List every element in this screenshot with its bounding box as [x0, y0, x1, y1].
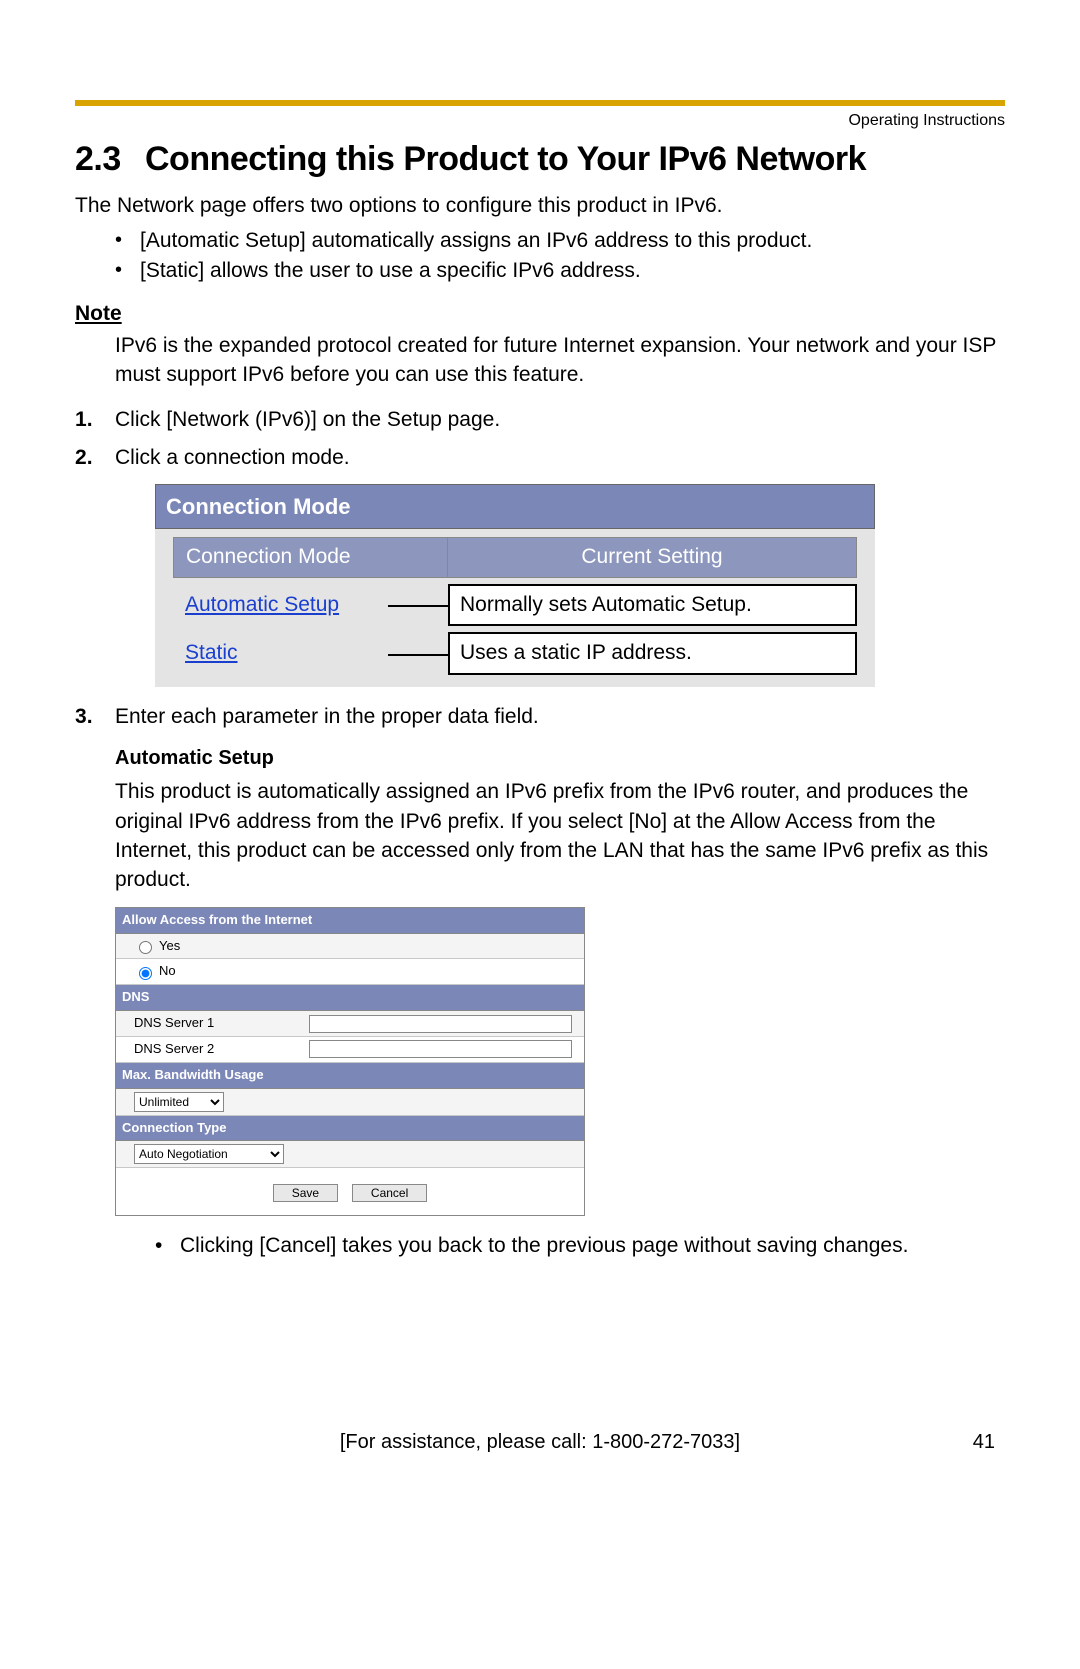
- header-label: Operating Instructions: [75, 112, 1005, 130]
- access-no-radio[interactable]: [139, 967, 152, 980]
- access-yes-radio[interactable]: [139, 941, 152, 954]
- cm-link-static[interactable]: Static: [173, 634, 388, 672]
- callout-line: [388, 654, 448, 656]
- dns-server2-label: DNS Server 2: [134, 1040, 309, 1059]
- conn-type-select[interactable]: Auto Negotiation: [134, 1144, 284, 1164]
- dns-server2-row: DNS Server 2: [116, 1037, 584, 1063]
- footer-page-number: 41: [935, 1431, 995, 1454]
- intro-bullet-list: [Automatic Setup] automatically assigns …: [75, 226, 1005, 287]
- dns-server2-input[interactable]: [309, 1040, 572, 1058]
- access-no-label: No: [159, 962, 176, 981]
- callout-line: [388, 605, 448, 607]
- top-rule: [75, 100, 1005, 106]
- bandwidth-row: Unlimited: [116, 1089, 584, 1116]
- step-3-text: Enter each parameter in the proper data …: [115, 705, 539, 728]
- step-2-text: Click a connection mode.: [115, 446, 350, 469]
- panel-section-conn-type: Connection Type: [116, 1116, 584, 1142]
- dns-server1-label: DNS Server 1: [134, 1014, 309, 1033]
- cm-header-left: Connection Mode: [173, 537, 448, 577]
- panel-section-bandwidth: Max. Bandwidth Usage: [116, 1063, 584, 1089]
- dns-server1-row: DNS Server 1: [116, 1011, 584, 1037]
- intro-paragraph: The Network page offers two options to c…: [75, 194, 1005, 218]
- step-2: Click a connection mode. Connection Mode…: [75, 443, 1005, 687]
- footer-assist: [For assistance, please call: 1-800-272-…: [145, 1431, 935, 1454]
- auto-setup-paragraph: This product is automatically assigned a…: [115, 777, 1005, 895]
- auto-setup-heading: Automatic Setup: [115, 744, 1005, 773]
- panel-button-row: Save Cancel: [116, 1168, 584, 1214]
- section-heading-text: Connecting this Product to Your IPv6 Net…: [145, 140, 866, 178]
- cm-title: Connection Mode: [155, 484, 875, 530]
- step-1: Click [Network (IPv6)] on the Setup page…: [75, 405, 1005, 435]
- cancel-button[interactable]: Cancel: [352, 1184, 427, 1202]
- intro-bullet: [Automatic Setup] automatically assigns …: [115, 226, 1005, 256]
- conn-type-row: Auto Negotiation: [116, 1141, 584, 1168]
- intro-bullet: [Static] allows the user to use a specif…: [115, 256, 1005, 286]
- step-3: Enter each parameter in the proper data …: [75, 702, 1005, 1262]
- cm-callout-automatic: Normally sets Automatic Setup.: [448, 584, 857, 626]
- note-heading: Note: [75, 302, 1005, 326]
- cm-header-right: Current Setting: [448, 537, 857, 577]
- post-bullet-list: Clicking [Cancel] takes you back to the …: [115, 1231, 1005, 1261]
- panel-section-access: Allow Access from the Internet: [116, 908, 584, 934]
- settings-panel: Allow Access from the Internet Yes No DN…: [115, 907, 585, 1216]
- dns-server1-input[interactable]: [309, 1015, 572, 1033]
- post-bullet: Clicking [Cancel] takes you back to the …: [155, 1231, 1005, 1261]
- save-button[interactable]: Save: [273, 1184, 338, 1202]
- note-body: IPv6 is the expanded protocol created fo…: [115, 331, 1005, 390]
- cm-callout-static: Uses a static IP address.: [448, 632, 857, 674]
- access-no-row: No: [116, 959, 584, 985]
- section-number: 2.3: [75, 140, 145, 179]
- cm-link-automatic-setup[interactable]: Automatic Setup: [173, 586, 388, 624]
- section-title: 2.3Connecting this Product to Your IPv6 …: [75, 140, 1005, 179]
- bandwidth-select[interactable]: Unlimited: [134, 1092, 224, 1112]
- panel-section-dns: DNS: [116, 985, 584, 1011]
- access-yes-label: Yes: [159, 937, 180, 956]
- access-yes-row: Yes: [116, 934, 584, 960]
- page-footer: [For assistance, please call: 1-800-272-…: [75, 1431, 1005, 1454]
- steps-list: Click [Network (IPv6)] on the Setup page…: [75, 405, 1005, 1262]
- connection-mode-figure: Connection Mode Connection Mode Current …: [155, 484, 1005, 687]
